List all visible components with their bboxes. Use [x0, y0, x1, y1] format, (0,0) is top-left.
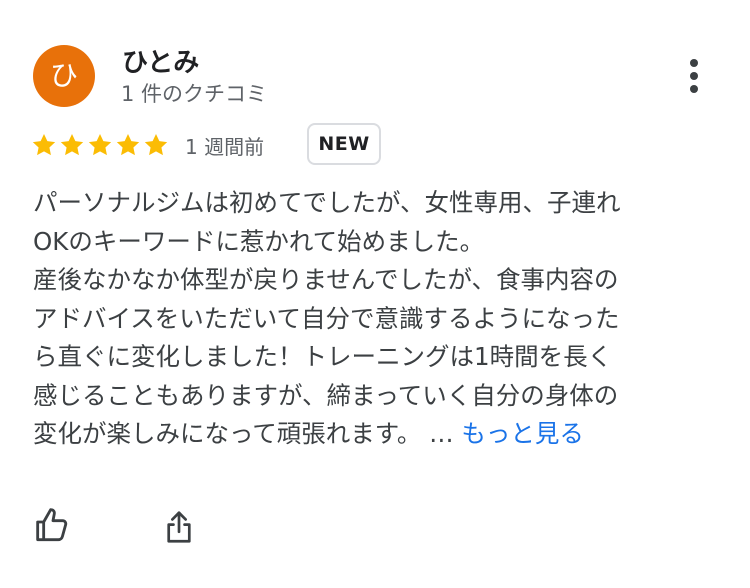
reviewer-review-count: 1 件のクチコミ: [121, 82, 268, 106]
review-text-line: OKのキーワードに惹かれて始めました。: [33, 226, 485, 256]
share-icon: [167, 511, 191, 543]
review-text-line: ら直ぐに変化しました！トレーニングは1時間を長く: [33, 342, 613, 371]
thumb-up-outline-icon: [36, 508, 68, 542]
share-button[interactable]: [156, 504, 202, 550]
more-options-button[interactable]: [678, 56, 710, 96]
review-text-line: 感じることもありますが、締まっていく自分の身体の: [33, 380, 619, 410]
star-icon: [114, 128, 141, 162]
new-badge: NEW: [307, 123, 381, 165]
review-card: ひ ひとみ 1 件のクチコミ 1 週間前 NEW パーソナルジムは初めてでしたが…: [0, 0, 750, 588]
review-date: 1 週間前: [185, 135, 265, 159]
more-vert-icon-dot: [690, 85, 698, 93]
avatar[interactable]: ひ: [33, 45, 95, 107]
review-text: パーソナルジムは初めてでしたが、女性専用、子連れ OKのキーワードに惹かれて始め…: [33, 184, 723, 454]
more-vert-icon-dot: [690, 59, 698, 67]
review-text-line: アドバイスをいただいて自分で意識するようになった: [33, 303, 620, 333]
reviewer-name[interactable]: ひとみ: [122, 42, 199, 79]
more-vert-icon-dot: [690, 72, 698, 80]
star-icon: [86, 128, 113, 162]
review-text-line: 変化が楽しみになって頑張れます。 …: [33, 419, 454, 448]
review-text-line: パーソナルジムは初めてでしたが、女性専用、子連れ: [33, 188, 621, 217]
star-icon: [30, 128, 57, 162]
read-more-link[interactable]: もっと見る: [461, 419, 584, 448]
review-text-last-line: 変化が楽しみになって頑張れます。 … もっと見る: [33, 415, 723, 454]
star-icon: [58, 128, 85, 162]
star-icon: [142, 128, 169, 162]
review-text-line: 産後なかなか体型が戻りませんでしたが、食事内容の: [33, 265, 619, 294]
like-button[interactable]: [30, 502, 76, 548]
star-rating: [30, 128, 169, 162]
